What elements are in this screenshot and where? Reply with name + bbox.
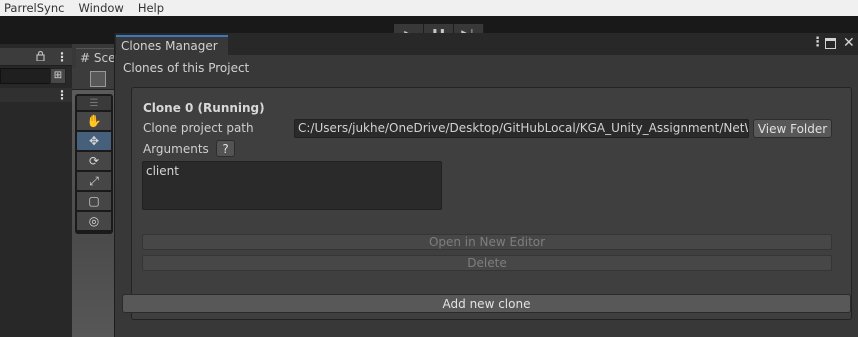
move-tool-icon[interactable]: ✥ <box>77 132 111 150</box>
hierarchy-row[interactable]: ⋮ <box>0 88 72 102</box>
clone-title: Clone 0 (Running) <box>143 101 265 115</box>
grid-icon: # <box>80 51 91 65</box>
search-mode-icon[interactable]: ⊞ <box>50 68 66 84</box>
tool-palette: ☰ ✋ ✥ ⟳ ⤢ ▢ ◎ <box>75 94 113 234</box>
hierarchy-panel: ⋮ ⊞ ⋮ <box>0 44 72 337</box>
lock-icon[interactable] <box>36 50 45 64</box>
clone-path-label: Clone project path <box>143 121 254 135</box>
menu-bar: ParrelSync Window Help <box>0 0 858 16</box>
drag-handle-icon[interactable]: ☰ <box>77 96 111 110</box>
clone-path-field[interactable]: C:/Users/jukhe/OneDrive/Desktop/GitHubLo… <box>294 119 749 138</box>
arguments-help-button[interactable]: ? <box>216 140 235 157</box>
more-icon[interactable]: ⋮ <box>56 88 68 102</box>
maximize-icon[interactable] <box>825 35 836 54</box>
scene-panel: # Sce ☰ ✋ ✥ ⟳ ⤢ ▢ ◎ <box>72 44 116 337</box>
delete-clone-button[interactable]: Delete <box>142 255 832 271</box>
menu-help[interactable]: Help <box>132 0 172 16</box>
tab-scene[interactable]: # Sce <box>76 48 116 68</box>
arguments-textarea[interactable]: client <box>142 161 442 210</box>
more-icon[interactable]: ⋮ <box>56 50 68 64</box>
rotate-tool-icon[interactable]: ⟳ <box>77 152 111 170</box>
scene-toolbar <box>72 68 116 90</box>
clones-manager-window: Clones Manager ⋮ ✕ Clones of this Projec… <box>114 33 858 337</box>
arguments-label: Arguments <box>143 142 209 156</box>
view-folder-button[interactable]: View Folder <box>753 119 832 138</box>
clone-card: Clone 0 (Running) Clone project path C:/… <box>131 87 852 320</box>
draw-mode-icon[interactable] <box>90 71 106 87</box>
menu-parrelsync[interactable]: ParrelSync <box>0 0 72 16</box>
transform-tool-icon[interactable]: ◎ <box>77 212 111 230</box>
menu-window[interactable]: Window <box>72 0 131 16</box>
hierarchy-tab[interactable]: ⋮ <box>0 48 72 66</box>
tab-clones-manager[interactable]: Clones Manager <box>116 35 228 55</box>
scale-tool-icon[interactable]: ⤢ <box>77 172 111 190</box>
scene-tab-label: Sce <box>93 51 116 65</box>
add-new-clone-button[interactable]: Add new clone <box>122 294 851 313</box>
open-in-new-editor-button[interactable]: Open in New Editor <box>142 234 832 250</box>
more-icon[interactable]: ⋮ <box>811 35 824 51</box>
close-icon[interactable]: ✕ <box>843 35 855 51</box>
window-tabbar: Clones Manager ⋮ ✕ <box>115 33 858 55</box>
rect-tool-icon[interactable]: ▢ <box>77 192 111 210</box>
clones-subtitle: Clones of this Project <box>123 61 250 75</box>
hand-tool-icon[interactable]: ✋ <box>77 112 111 130</box>
